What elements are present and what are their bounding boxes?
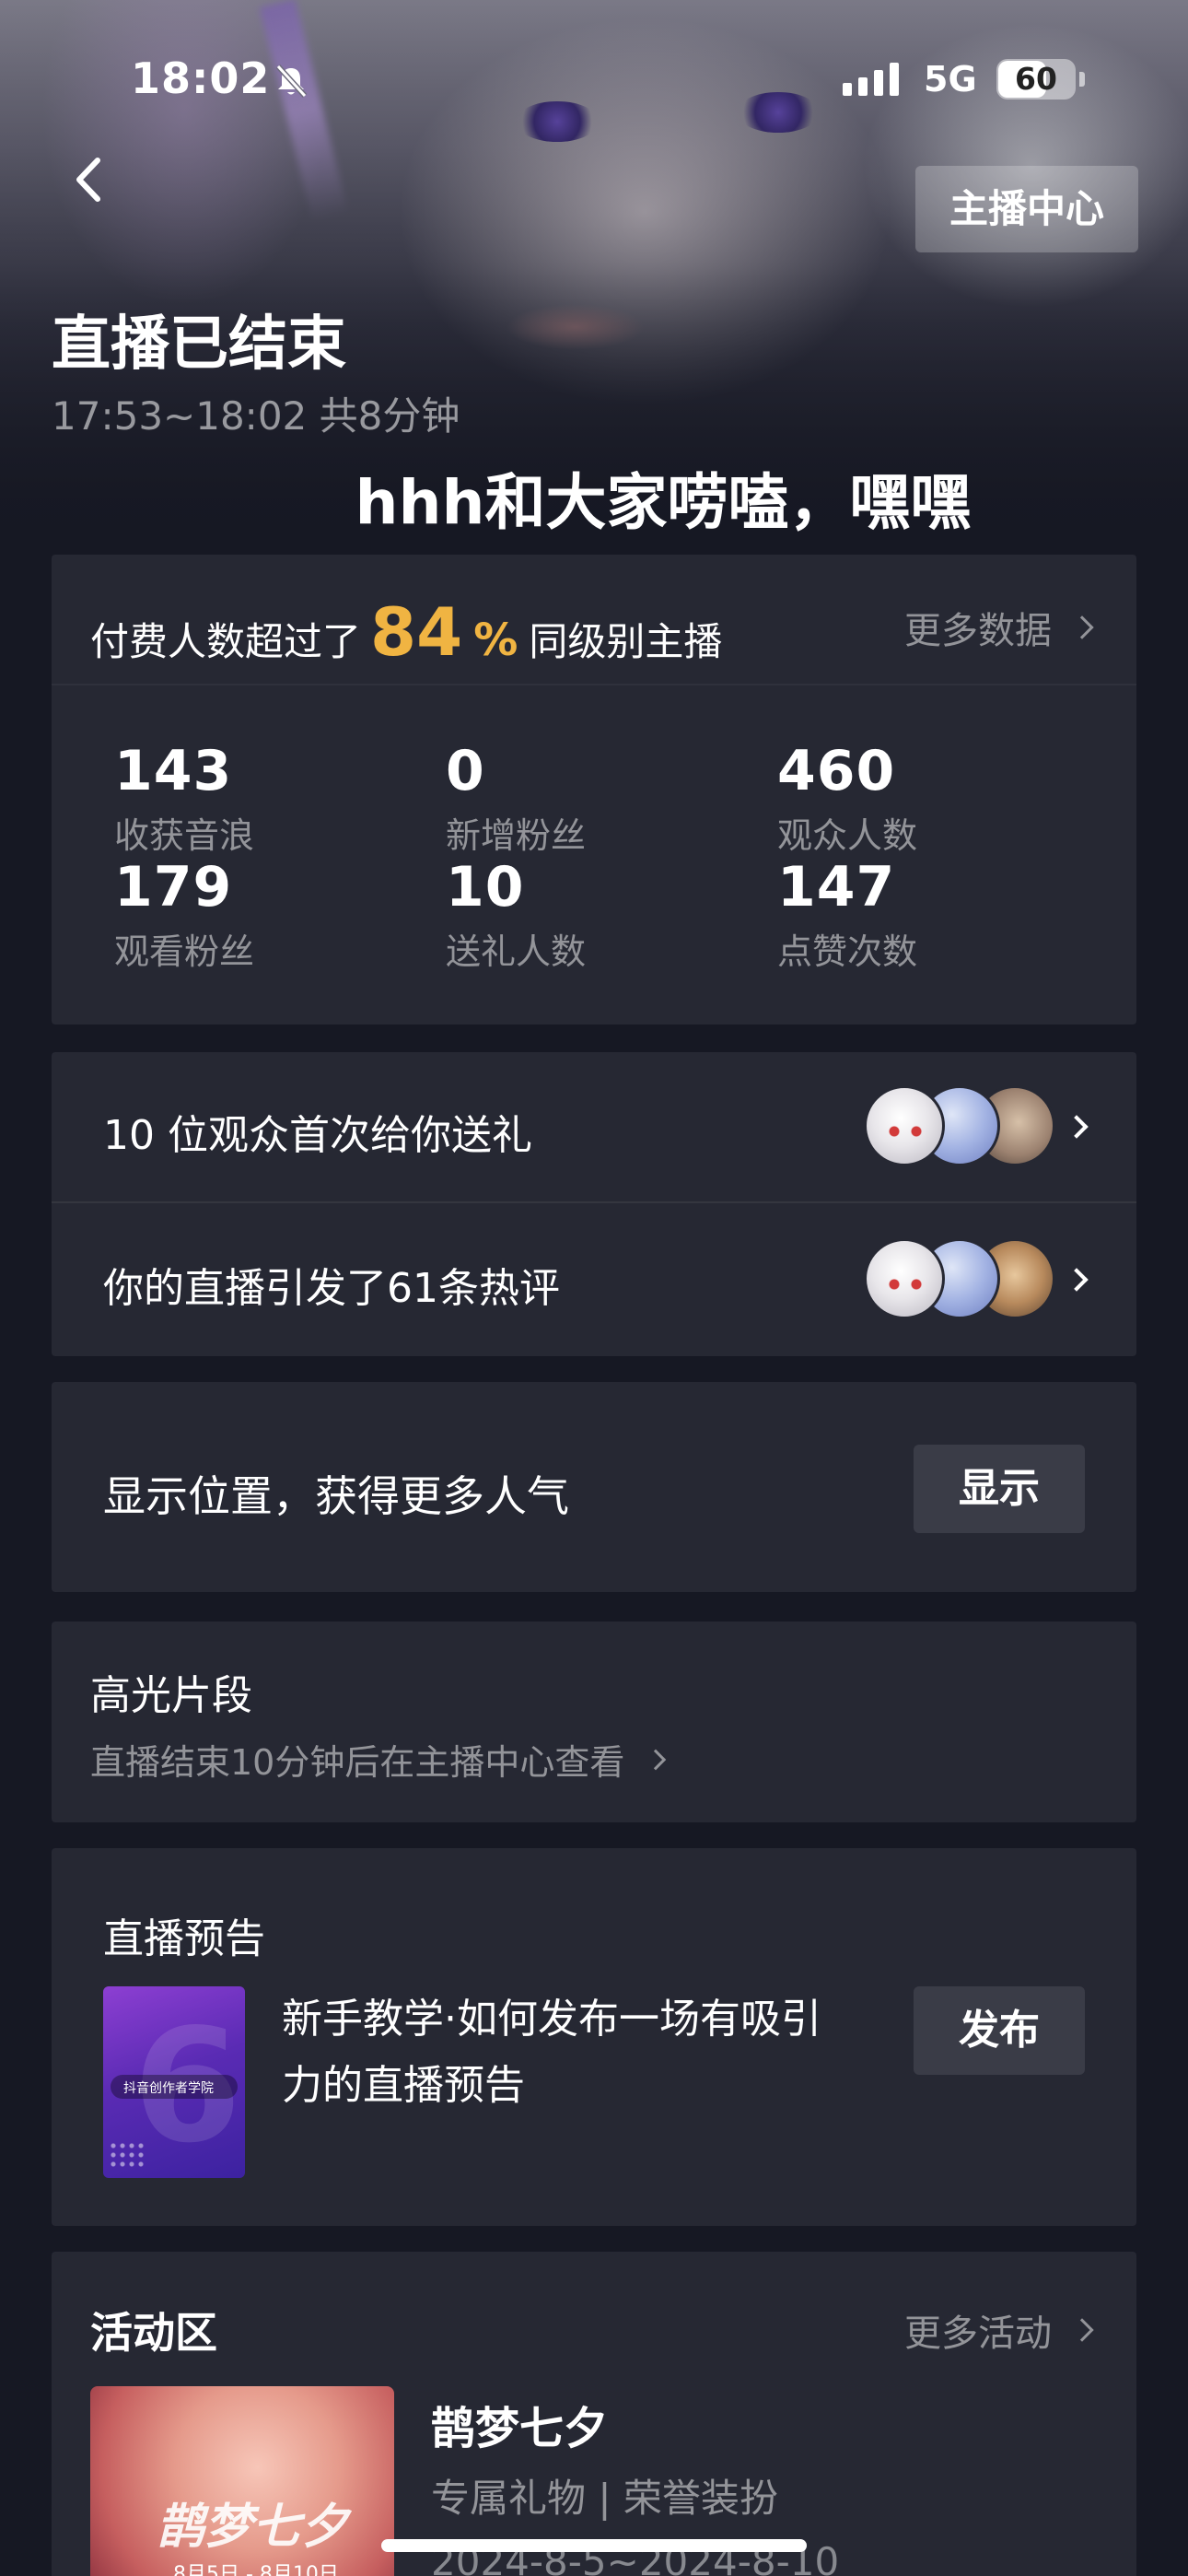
back-arrow-icon[interactable] xyxy=(63,147,118,212)
pay-rank-row: 付费人数超过了 84 % 同级别主播 更多数据 xyxy=(52,555,1136,685)
chevron-right-icon xyxy=(646,1749,667,1770)
stat-value: 147 xyxy=(777,855,896,919)
first-gift-row[interactable]: 10 位观众首次给你送礼 xyxy=(52,1052,1136,1203)
more-activities-link[interactable]: 更多活动 xyxy=(904,2303,1094,2357)
stat-gift-senders: 10 送礼人数 xyxy=(446,855,759,974)
live-summary-card: 付费人数超过了 84 % 同级别主播 更多数据 143 收获音浪 0 新增粉丝 … xyxy=(52,555,1136,1025)
pay-rank-text: 付费人数超过了 84 % 同级别主播 xyxy=(90,593,722,671)
hot-comments-label: 你的直播引发了61条热评 xyxy=(103,1265,560,1312)
stat-likes: 147 点赞次数 xyxy=(777,855,1090,974)
more-activities-label: 更多活动 xyxy=(904,2313,1052,2355)
gift-avatar-stack xyxy=(864,1085,1055,1168)
stat-label: 收获音浪 xyxy=(114,815,255,856)
show-location-button[interactable]: 显示 xyxy=(914,1445,1085,1533)
more-data-link[interactable]: 更多数据 xyxy=(904,601,1094,654)
stat-label: 观看粉丝 xyxy=(114,931,255,972)
avatar xyxy=(864,1085,945,1166)
stat-label: 观众人数 xyxy=(777,815,918,856)
network-label: 5G xyxy=(924,59,977,100)
first-gift-label: 10 位观众首次给你送礼 xyxy=(103,1112,532,1159)
chevron-right-icon xyxy=(1070,2318,1094,2342)
stat-viewers: 460 观众人数 xyxy=(777,739,1090,858)
activity-name[interactable]: 鹊梦七夕 xyxy=(431,2392,608,2456)
activity-thumbnail-title: 鹊梦七夕 xyxy=(157,2500,349,2555)
tutorial-thumbnail[interactable]: 6 抖音创作者学院 xyxy=(103,1986,245,2178)
publish-preview-button[interactable]: 发布 xyxy=(914,1986,1085,2075)
stat-value: 460 xyxy=(777,739,896,803)
activities-card: 活动区 更多活动 鹊梦七夕 8月5日 - 8月10日 鹊梦七夕 专属礼物 | 荣… xyxy=(52,2252,1136,2576)
anchor-center-button[interactable]: 主播中心 xyxy=(915,166,1138,252)
comment-avatar-stack xyxy=(864,1238,1055,1321)
highlights-subtitle-text: 直播结束10分钟后在主播中心查看 xyxy=(90,1742,625,1783)
chevron-right-icon xyxy=(1065,1268,1089,1292)
stat-value: 179 xyxy=(114,855,233,919)
pay-suffix: 同级别主播 xyxy=(529,619,723,664)
avatar xyxy=(864,1238,945,1319)
stat-label: 点赞次数 xyxy=(777,931,918,972)
stat-label: 新增粉丝 xyxy=(446,815,587,856)
highlights-subtitle: 直播结束10分钟后在主播中心查看 xyxy=(90,1734,667,1785)
activity-thumbnail[interactable]: 鹊梦七夕 8月5日 - 8月10日 xyxy=(90,2386,394,2576)
hot-comments-row[interactable]: 你的直播引发了61条热评 xyxy=(52,1205,1136,1356)
stat-value: 0 xyxy=(446,739,485,803)
stat-new-fans: 0 新增粉丝 xyxy=(446,739,759,858)
page-title: 直播已结束 xyxy=(52,310,346,379)
chevron-right-icon xyxy=(1065,1115,1089,1139)
signal-icon xyxy=(843,63,899,96)
show-location-card: 显示位置，获得更多人气 显示 xyxy=(52,1382,1136,1592)
status-time: 18:02 xyxy=(131,53,271,103)
status-bar: 18:02 5G 60 xyxy=(0,0,1188,157)
stat-value: 143 xyxy=(114,739,233,803)
live-room-name: hhh和大家唠嗑，嘿嘿 xyxy=(355,467,972,538)
home-indicator[interactable] xyxy=(381,2539,807,2552)
battery-icon: 60 xyxy=(996,59,1076,100)
live-preview-title: 直播预告 xyxy=(103,1915,265,1962)
pay-percent: 84 xyxy=(370,593,463,671)
battery-level: 60 xyxy=(1015,61,1057,97)
pay-percent-sign: % xyxy=(473,615,518,666)
thumbnail-caption: 抖音创作者学院 xyxy=(123,2081,214,2096)
activity-tags: 专属礼物 | 荣誉装扮 xyxy=(431,2476,778,2521)
chevron-right-icon xyxy=(1070,615,1094,639)
stat-watching-fans: 179 观看粉丝 xyxy=(114,855,427,974)
bell-muted-icon xyxy=(275,64,308,99)
stat-value: 10 xyxy=(446,855,525,919)
audience-interaction-card: 10 位观众首次给你送礼 你的直播引发了61条热评 xyxy=(52,1052,1136,1356)
live-time-range: 17:53~18:02 共8分钟 xyxy=(52,393,460,439)
highlights-title: 高光片段 xyxy=(90,1672,252,1719)
highlights-card[interactable]: 高光片段 直播结束10分钟后在主播中心查看 xyxy=(52,1622,1136,1822)
more-data-label: 更多数据 xyxy=(904,610,1052,652)
activity-thumbnail-dates: 8月5日 - 8月10日 xyxy=(173,2563,339,2576)
live-preview-card: 直播预告 6 抖音创作者学院 新手教学·如何发布一场有吸引力的直播预告 发布 xyxy=(52,1848,1136,2226)
tutorial-description[interactable]: 新手教学·如何发布一场有吸引力的直播预告 xyxy=(282,1986,853,2119)
stat-label: 送礼人数 xyxy=(446,931,587,972)
pay-prefix: 付费人数超过了 xyxy=(90,619,362,664)
stat-sound-waves: 143 收获音浪 xyxy=(114,739,427,858)
show-location-label: 显示位置，获得更多人气 xyxy=(103,1471,569,1521)
activities-title: 活动区 xyxy=(90,2308,217,2358)
